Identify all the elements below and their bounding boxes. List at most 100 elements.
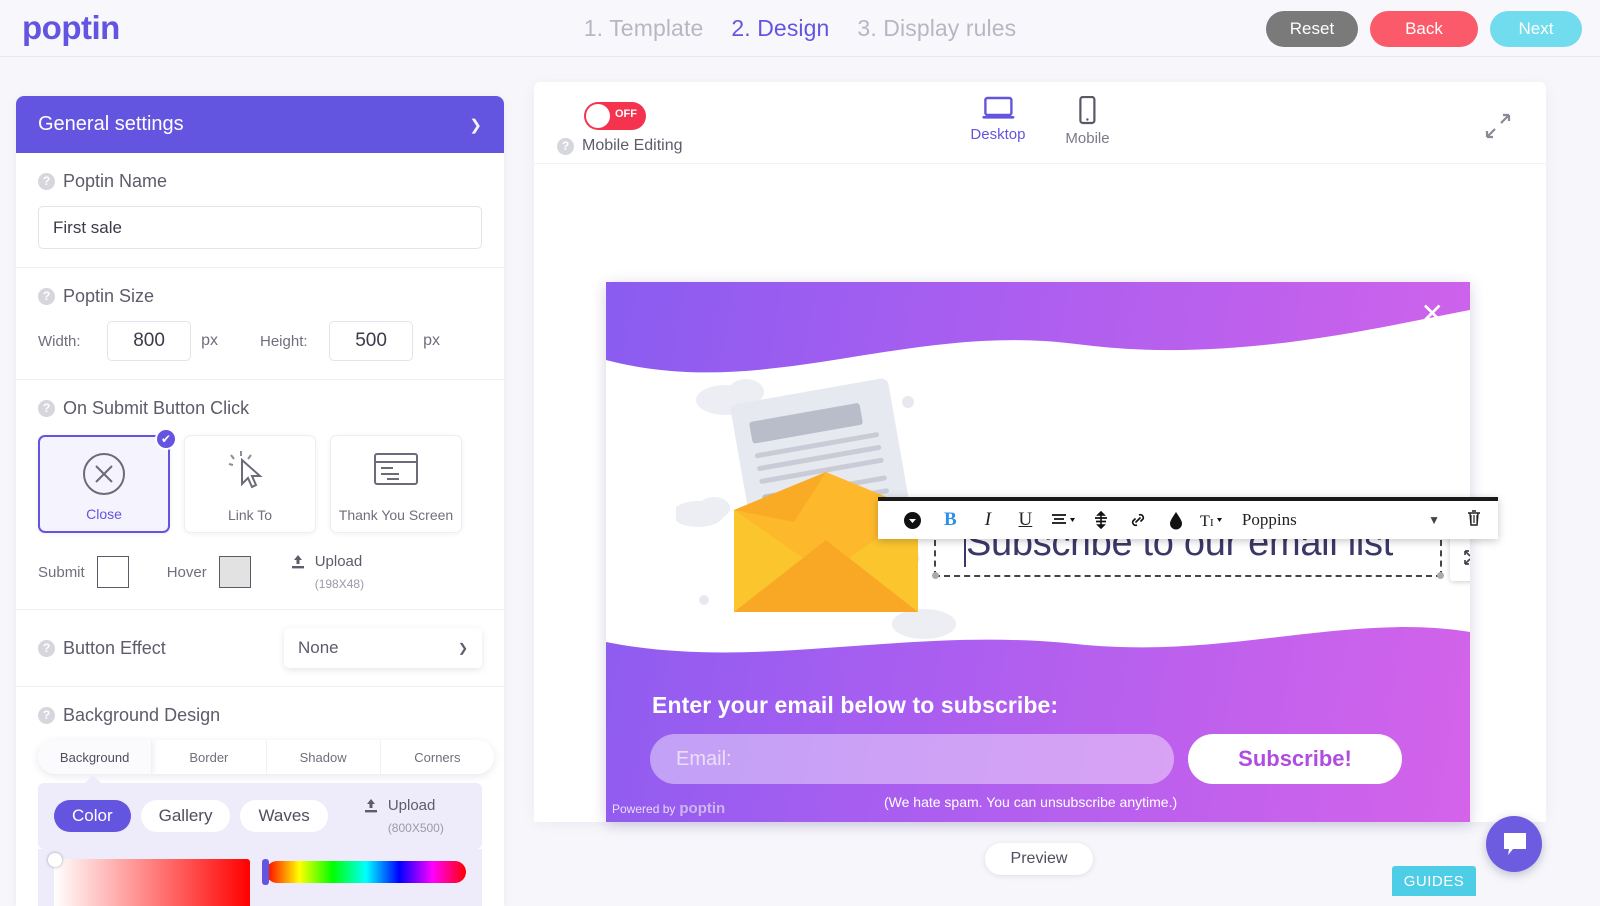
font-family-value[interactable]: Poppins (1242, 510, 1342, 530)
canvas-toolbar: OFF ? Mobile Editing Desktop Mobile (534, 82, 1546, 164)
submit-option-link-to[interactable]: Link To (184, 435, 316, 533)
chat-bubble-icon[interactable] (1486, 816, 1542, 872)
next-button[interactable]: Next (1490, 10, 1582, 47)
mobile-icon (1079, 96, 1096, 125)
device-desktop[interactable]: Desktop (970, 96, 1025, 147)
line-height-icon[interactable] (1082, 511, 1120, 529)
saturation-picker[interactable] (48, 853, 250, 906)
button-effect-label: Button Effect (63, 637, 166, 658)
device-switcher: Desktop Mobile (970, 96, 1110, 147)
button-effect-select[interactable]: None ❯ (284, 628, 482, 668)
color-picker-area (38, 849, 482, 906)
submit-color-swatch[interactable] (96, 556, 129, 588)
background-design-tabs: Background Border Shadow Corners (38, 740, 494, 774)
reset-button[interactable]: Reset (1266, 10, 1358, 47)
step-nav: 1. Template 2. Design 3. Display rules (584, 0, 1017, 57)
button-upload-control[interactable]: Upload (198X48) (289, 553, 364, 591)
step-design[interactable]: 2. Design (731, 15, 829, 42)
toggle-knob (586, 104, 610, 128)
canvas-stage: ✕ Subscribe to our email list Enter your… (534, 164, 1546, 822)
hue-slider[interactable] (262, 859, 466, 885)
svg-text:T: T (1200, 513, 1210, 529)
move-resize-icon[interactable] (1463, 549, 1470, 571)
powered-by: Powered by poptin (612, 800, 725, 817)
resize-handle[interactable] (1437, 572, 1444, 579)
button-colors-row: Submit Hover Upload (198X48) (38, 553, 482, 591)
hover-color-swatch[interactable] (218, 556, 251, 588)
trash-icon[interactable] (1466, 509, 1482, 532)
poptin-logo: poptin (22, 9, 120, 46)
text-color-icon[interactable] (894, 511, 932, 530)
fill-color-icon[interactable] (1157, 511, 1195, 530)
close-circle-icon (81, 451, 127, 502)
button-upload-dimensions: (198X48) (314, 577, 365, 591)
powered-by-brand: poptin (679, 800, 726, 817)
poptin-name-input[interactable] (38, 206, 482, 249)
italic-icon[interactable]: I (969, 509, 1007, 531)
on-submit-section: ? On Submit Button Click ✔ Close Link To (16, 380, 504, 610)
chevron-down-icon: ❯ (457, 641, 468, 655)
check-icon: ✔ (155, 428, 177, 450)
popup-spam-note: (We hate spam. You can unsubscribe anyti… (884, 794, 1178, 810)
popup-preview: ✕ Subscribe to our email list Enter your… (606, 282, 1470, 822)
general-settings-header[interactable]: General settings ❯ (16, 96, 504, 153)
step-template[interactable]: 1. Template (584, 15, 704, 42)
poptin-name-section: ? Poptin Name (16, 153, 504, 268)
chevron-down-icon[interactable]: ▼ (1428, 513, 1440, 527)
chevron-down-icon[interactable]: ❯ (469, 116, 482, 134)
bold-icon[interactable]: B (932, 509, 970, 531)
background-panel: Color Gallery Waves Upload (800X500) (38, 775, 482, 849)
powered-by-prefix: Powered by (612, 802, 676, 816)
device-desktop-label: Desktop (970, 126, 1026, 143)
text-format-toolbar: B I U TI Poppins ▼ (878, 497, 1498, 539)
background-upload-control[interactable]: Upload (800X500) (362, 797, 444, 835)
on-submit-label: On Submit Button Click (63, 398, 250, 418)
svg-text:I: I (1210, 517, 1214, 529)
width-input[interactable] (107, 321, 192, 361)
help-icon[interactable]: ? (38, 400, 55, 417)
height-input[interactable] (329, 321, 414, 361)
text-size-icon[interactable]: TI (1194, 512, 1232, 529)
popup-subscribe-button[interactable]: Subscribe! (1188, 734, 1402, 784)
help-icon[interactable]: ? (38, 639, 55, 657)
upload-icon (364, 799, 377, 813)
submit-option-label: Link To (227, 507, 273, 523)
mobile-editing-toggle[interactable]: OFF (584, 102, 646, 130)
pill-color[interactable]: Color (54, 800, 131, 832)
tab-background[interactable]: Background (38, 740, 153, 774)
top-actions: Reset Back Next (1266, 0, 1582, 57)
back-button[interactable]: Back (1370, 10, 1478, 47)
popup-email-input[interactable] (650, 734, 1174, 784)
help-icon[interactable]: ? (557, 137, 574, 155)
mobile-editing-label-row: ? Mobile Editing (557, 137, 683, 155)
poptin-size-section: ? Poptin Size Width: px Height: px (16, 268, 504, 380)
pill-waves[interactable]: Waves (240, 800, 328, 832)
submit-option-close[interactable]: ✔ Close (38, 428, 177, 533)
underline-icon[interactable]: U (1007, 509, 1045, 531)
link-icon[interactable] (1119, 511, 1157, 529)
screen-icon (372, 450, 420, 495)
guides-tab[interactable]: GUIDES (1392, 866, 1476, 896)
help-icon[interactable]: ? (38, 173, 55, 190)
tab-border[interactable]: Border (152, 740, 267, 774)
popup-sub-label: Enter your email below to subscribe: (652, 692, 1059, 718)
general-settings-title: General settings (38, 113, 184, 135)
tab-shadow[interactable]: Shadow (267, 740, 381, 774)
preview-button[interactable]: Preview (985, 843, 1093, 875)
help-icon[interactable]: ? (38, 288, 55, 305)
resize-handle[interactable] (932, 572, 939, 579)
popup-close-icon[interactable]: ✕ (1421, 300, 1444, 328)
upload-icon (291, 555, 304, 569)
help-icon[interactable]: ? (38, 707, 55, 724)
pill-gallery[interactable]: Gallery (140, 800, 231, 832)
tab-corners[interactable]: Corners (381, 740, 494, 774)
on-submit-options: ✔ Close Link To Thank You Screen (38, 428, 482, 533)
background-design-section: ? Background Design Background Border Sh… (16, 687, 504, 906)
design-canvas: OFF ? Mobile Editing Desktop Mobile ✕ Su… (534, 82, 1546, 822)
poptin-size-label: Poptin Size (63, 286, 155, 306)
expand-diagonal-icon[interactable] (1484, 112, 1512, 145)
device-mobile[interactable]: Mobile (1065, 96, 1110, 147)
step-display-rules[interactable]: 3. Display rules (857, 15, 1016, 42)
submit-option-thank-you-screen[interactable]: Thank You Screen (330, 435, 462, 533)
align-icon[interactable] (1044, 512, 1082, 528)
